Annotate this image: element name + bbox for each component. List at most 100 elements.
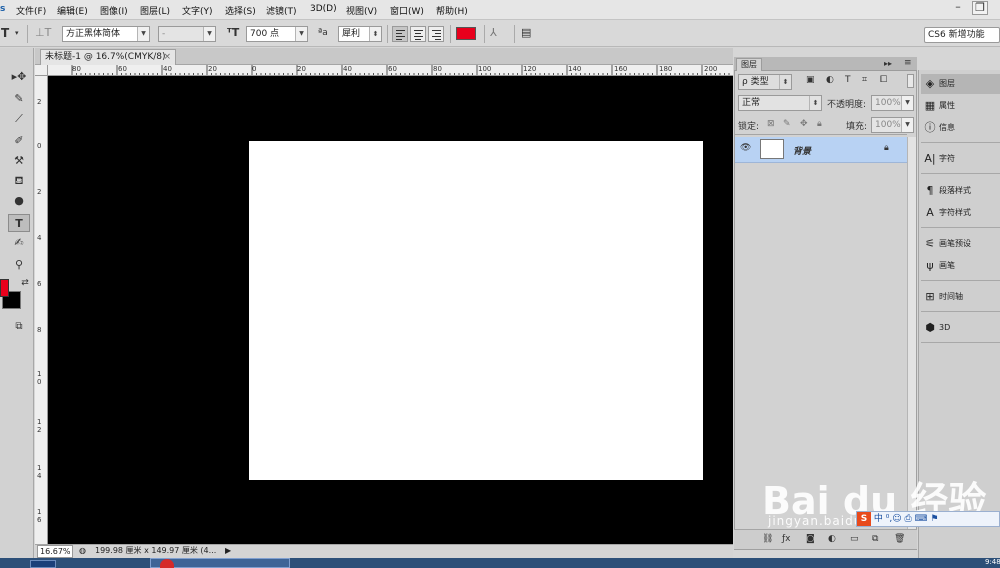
swap-colors-icon[interactable]: ⇄ — [14, 274, 36, 292]
type-tool-icon[interactable]: T — [8, 214, 30, 232]
ruler-origin[interactable] — [35, 65, 48, 76]
dock-3d[interactable]: ⬢ 3D — [921, 318, 1000, 338]
align-center-button[interactable] — [410, 26, 426, 42]
dock-properties[interactable]: ▦ 属性 — [921, 96, 1000, 116]
new-fill-layer-icon[interactable]: ◐ — [828, 534, 836, 544]
ruler-label: 14 — [37, 464, 42, 480]
menu-file[interactable]: 文件(F) — [16, 4, 46, 17]
add-style-icon[interactable]: ƒx — [782, 534, 791, 544]
zoom-level[interactable]: 16.67% — [37, 545, 73, 558]
app-logo[interactable]: s — [0, 4, 5, 14]
filter-toggle-switch[interactable] — [907, 74, 914, 88]
warp-text-icon[interactable]: ⅄ — [490, 24, 497, 42]
character-panel-icon[interactable]: ▤ — [521, 24, 531, 42]
dodge-tool-icon[interactable]: ● — [8, 192, 30, 210]
menu-layer[interactable]: 图层(L) — [140, 4, 170, 17]
timeline-icon: ⊞ — [925, 290, 935, 303]
dock-character[interactable]: A| 字符 — [921, 149, 1000, 169]
status-menu-arrow-icon[interactable]: ▶ — [225, 545, 231, 557]
menu-3d[interactable]: 3D(D) — [310, 4, 337, 14]
dock-label: 3D — [939, 323, 951, 332]
ruler-label: 10 — [37, 370, 42, 386]
zoom-tool-icon[interactable]: ⚲ — [8, 256, 30, 274]
layer-thumbnail[interactable] — [760, 139, 784, 159]
align-left-button[interactable] — [392, 26, 408, 42]
ruler-label: 12 — [37, 418, 42, 434]
add-mask-icon[interactable]: ◙ — [806, 534, 815, 544]
text-orientation-icon[interactable]: ⊥T — [35, 24, 51, 42]
menu-select[interactable]: 选择(S) — [225, 4, 256, 17]
filter-shape-icon[interactable]: ⌗ — [862, 75, 867, 85]
dock-label: 段落样式 — [939, 186, 971, 195]
filter-pixel-icon[interactable]: ▣ — [806, 75, 815, 85]
link-layers-icon[interactable]: ⛓ — [762, 534, 773, 544]
lock-image-icon[interactable]: ✎ — [783, 119, 791, 129]
panel-menu-icon[interactable]: ≡ — [904, 58, 912, 68]
dock-layers[interactable]: ◈ 图层 — [921, 74, 1000, 94]
layers-panel-tab[interactable]: 图层 — [736, 58, 762, 71]
layer-filter-select[interactable]: ρ 类型 ⬍ — [738, 74, 792, 90]
new-layer-icon[interactable]: ⧉ — [872, 534, 878, 544]
font-family-select[interactable]: 方正黑体简体 ▼ — [62, 26, 150, 42]
fill-input[interactable]: 100% ▼ — [871, 117, 914, 133]
collapse-panel-icon[interactable]: ▸▸ — [884, 59, 892, 68]
dock-info[interactable]: ⓘ 信息 — [921, 118, 1000, 138]
menu-type[interactable]: 文字(Y) — [182, 4, 213, 17]
lasso-tool-icon[interactable]: ✎ — [8, 90, 30, 108]
chevron-updown-icon: ⬍ — [779, 75, 791, 89]
bucket-tool-icon[interactable]: ⛾ — [8, 172, 30, 190]
visibility-eye-icon[interactable]: 👁︎ — [740, 143, 751, 153]
font-size-input[interactable]: 700 点 ▼ — [246, 26, 308, 42]
stamp-tool-icon[interactable]: ⚒ — [8, 152, 30, 170]
filter-type-icon[interactable]: T — [845, 75, 851, 85]
opacity-input[interactable]: 100% ▼ — [871, 95, 914, 111]
sogou-ime-icon[interactable]: S — [857, 512, 871, 526]
dock-paragraph-styles[interactable]: ¶ 段落样式 — [921, 181, 1000, 201]
dock-character-styles[interactable]: A 字符样式 — [921, 203, 1000, 223]
move-tool-icon[interactable]: ▸✥ — [8, 68, 30, 86]
foreground-color-swatch[interactable] — [0, 279, 9, 297]
dock-brush-presets[interactable]: ⚟ 画笔预设 — [921, 234, 1000, 254]
new-group-icon[interactable]: ▭ — [850, 534, 859, 544]
dock-brush[interactable]: ψ 画笔 — [921, 256, 1000, 276]
menu-edit[interactable]: 编辑(E) — [57, 4, 88, 17]
layers-icon: ◈ — [925, 77, 935, 90]
blend-mode-select[interactable]: 正常 ⬍ — [738, 95, 822, 111]
lock-position-icon[interactable]: ✥ — [800, 119, 808, 129]
restore-button[interactable]: ❐ — [972, 1, 988, 15]
document-tab[interactable]: 未标题-1 @ 16.7%(CMYK/8) × — [40, 49, 176, 65]
document-tab-title: 未标题-1 @ 16.7%(CMYK/8) — [45, 52, 166, 62]
type-tool-preset-icon[interactable]: T — [1, 24, 9, 42]
font-style-select[interactable]: - ▼ — [158, 26, 216, 42]
filter-adjustment-icon[interactable]: ◐ — [826, 75, 834, 85]
minimize-button[interactable]: – — [950, 1, 966, 15]
menu-help[interactable]: 帮助(H) — [436, 4, 468, 17]
workspace-switcher[interactable]: CS6 新增功能 — [924, 27, 1000, 43]
eyedropper-tool-icon[interactable]: ⟋ — [8, 110, 30, 128]
antialias-select[interactable]: 犀利 ⬍ — [338, 26, 382, 42]
ime-toolbar[interactable]: S 中 ⁰,☺ ⎙ ⌨ ⚑ — [856, 511, 1000, 527]
divider — [921, 311, 1000, 312]
delete-layer-icon[interactable]: 🗑︎ — [894, 534, 905, 544]
text-color-swatch[interactable] — [456, 27, 476, 40]
filter-smart-object-icon[interactable]: ⧠ — [880, 75, 887, 85]
status-icon[interactable]: ◍ — [79, 545, 86, 557]
brush-tool-icon[interactable]: ✐ — [8, 132, 30, 150]
menu-image[interactable]: 图像(I) — [100, 4, 128, 17]
screen-mode-icon[interactable]: ⧉ — [8, 318, 30, 336]
close-tab-icon[interactable]: × — [163, 50, 171, 64]
menu-window[interactable]: 窗口(W) — [390, 4, 424, 17]
menu-view[interactable]: 视图(V) — [346, 4, 377, 17]
lock-transparent-icon[interactable]: ⊠ — [767, 119, 775, 129]
dock-timeline[interactable]: ⊞ 时间轴 — [921, 287, 1000, 307]
shape-tool-icon[interactable]: ✍ — [8, 234, 30, 252]
taskbar-app-ps[interactable] — [30, 560, 56, 568]
ime-mode-icons[interactable]: 中 ⁰,☺ ⎙ ⌨ ⚑ — [874, 514, 939, 524]
menu-filter[interactable]: 滤镜(T) — [266, 4, 297, 17]
document-canvas[interactable] — [249, 141, 703, 480]
separator — [387, 25, 388, 43]
align-right-button[interactable] — [428, 26, 444, 42]
lock-all-icon[interactable]: 🔒︎ — [817, 119, 822, 129]
preset-dropdown-icon[interactable]: ▾ — [15, 24, 19, 42]
layer-name[interactable]: 背景 — [793, 144, 811, 157]
